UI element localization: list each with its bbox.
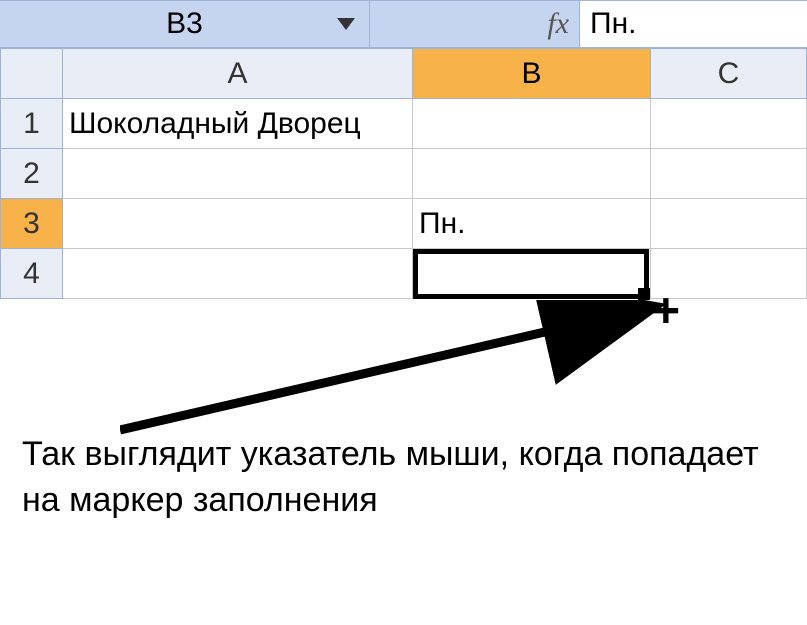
col-header-B[interactable]: B: [413, 49, 651, 99]
name-box-dropdown-icon[interactable]: [337, 18, 355, 30]
spreadsheet-grid[interactable]: A B C 1 Шоколадный Дворец 2 3 Пн. 4: [0, 48, 807, 299]
row-4: 4: [1, 249, 807, 299]
annotation-arrow-icon: [120, 300, 680, 440]
name-box-value: B3: [166, 7, 203, 41]
row-1: 1 Шоколадный Дворец: [1, 99, 807, 149]
cell-A2[interactable]: [63, 149, 413, 199]
cell-C4[interactable]: [651, 249, 807, 299]
row-3: 3 Пн.: [1, 199, 807, 249]
cell-A4[interactable]: [63, 249, 413, 299]
cell-B3[interactable]: Пн.: [413, 199, 651, 249]
cell-B1[interactable]: [413, 99, 651, 149]
cell-A1[interactable]: Шоколадный Дворец: [63, 99, 413, 149]
row-header-3[interactable]: 3: [1, 199, 63, 249]
col-header-C[interactable]: C: [651, 49, 807, 99]
row-header-4[interactable]: 4: [1, 249, 63, 299]
cell-C2[interactable]: [651, 149, 807, 199]
select-all-corner[interactable]: [1, 49, 63, 99]
cell-B4[interactable]: [413, 249, 651, 299]
cell-B2[interactable]: [413, 149, 651, 199]
cell-C3[interactable]: [651, 199, 807, 249]
row-header-2[interactable]: 2: [1, 149, 63, 199]
formula-bar-value: Пн.: [590, 7, 636, 41]
annotation-text: Так выглядит указатель мыши, когда попад…: [22, 432, 792, 524]
fx-button-area[interactable]: fx: [370, 1, 580, 47]
grid-table: A B C 1 Шоколадный Дворец 2 3 Пн. 4: [0, 48, 807, 299]
column-header-row: A B C: [1, 49, 807, 99]
col-header-A[interactable]: A: [63, 49, 413, 99]
formula-bar-input[interactable]: Пн.: [580, 1, 807, 47]
row-2: 2: [1, 149, 807, 199]
formula-bar-row: B3 fx Пн.: [0, 0, 807, 48]
cell-A3[interactable]: [63, 199, 413, 249]
name-box[interactable]: B3: [0, 1, 370, 47]
cell-C1[interactable]: [651, 99, 807, 149]
fx-icon: fx: [547, 7, 569, 41]
row-header-1[interactable]: 1: [1, 99, 63, 149]
